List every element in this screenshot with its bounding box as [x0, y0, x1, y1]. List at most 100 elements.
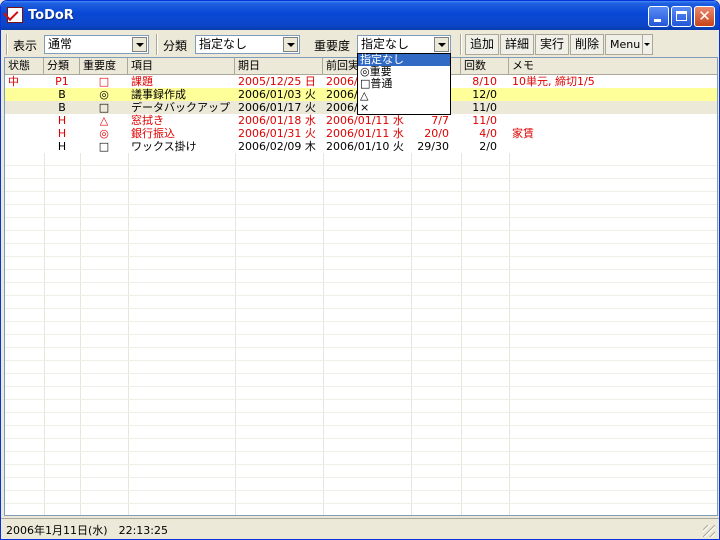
grid-line: [5, 321, 717, 322]
grid-line: [5, 308, 717, 309]
close-button[interactable]: ✕: [694, 6, 715, 27]
display-label: 表示: [13, 39, 38, 53]
cell-item: 窓拭き: [131, 114, 164, 127]
todor-window: ToDoR ✕ 表示 通常 分類 指定なし 重要度 指定なし 追加 詳細 実行 …: [0, 0, 720, 540]
importance-combo[interactable]: 指定なし: [357, 35, 451, 54]
cell-count: 4/0: [479, 127, 497, 140]
title-bar[interactable]: ToDoR ✕: [1, 1, 719, 30]
cell-importance: □: [98, 140, 110, 153]
cell-category: B: [58, 101, 66, 114]
cell-count: 11/0: [472, 114, 497, 127]
menu-button[interactable]: Menu: [605, 34, 653, 55]
menu-chevron-down-icon[interactable]: [642, 35, 652, 54]
grid-line: [5, 464, 717, 465]
cell-due: 2006/01/17 火: [238, 101, 316, 114]
close-icon: ✕: [698, 7, 711, 25]
chevron-down-icon[interactable]: [132, 37, 147, 52]
toolbar-separator: [6, 34, 8, 55]
status-datetime: 2006年1月11日(水) 22:13:25: [6, 524, 168, 537]
resize-grip-icon[interactable]: [703, 525, 715, 537]
importance-option[interactable]: □普通: [358, 78, 450, 90]
toolbar-separator: [460, 34, 462, 55]
column-header-count[interactable]: 回数: [461, 58, 509, 74]
cell-count: 11/0: [472, 101, 497, 114]
app-icon[interactable]: [7, 7, 23, 23]
cell-importance: △: [99, 114, 109, 127]
list-body: 中 P1 □ 課題 2005/12/25 日 2006/8/10 10単元, 締切1/5 B ◎…: [5, 75, 717, 515]
grid-line: [5, 230, 717, 231]
cell-memo: [509, 88, 717, 101]
grid-line: [5, 399, 717, 400]
cell-count: 12/0: [472, 88, 497, 101]
add-button[interactable]: 追加: [465, 34, 499, 55]
cell-memo: 10単元, 締切1/5: [512, 75, 595, 88]
display-combo-value: 通常: [48, 37, 73, 51]
toolbar-separator: [156, 34, 158, 55]
menu-button-label: Menu: [610, 38, 641, 51]
grid-line: [5, 438, 717, 439]
column-header-item[interactable]: 項目: [128, 58, 235, 74]
cell-category: H: [57, 114, 67, 127]
cell-due: 2006/01/03 火: [238, 88, 316, 101]
minimize-icon: [654, 19, 661, 22]
maximize-button[interactable]: [671, 6, 692, 27]
cell-status: 中: [8, 75, 19, 88]
grid-line: [5, 386, 717, 387]
importance-option[interactable]: △: [358, 90, 450, 102]
cell-memo: [509, 101, 717, 114]
grid-line: [5, 477, 717, 478]
table-row[interactable]: H ◎ 銀行振込 2006/01/31 火 2006/01/11 水 20/0 4/0 家賃: [5, 127, 717, 140]
cell-last: 2006/01/11 水: [326, 114, 404, 127]
chevron-down-icon[interactable]: [283, 37, 298, 52]
cell-memo: 家賃: [512, 127, 534, 140]
grid-line: [5, 191, 717, 192]
table-row[interactable]: H □ ワックス掛け 2006/02/09 木 2006/01/10 火 29/30 2/0: [5, 140, 717, 153]
cell-item: ワックス掛け: [131, 140, 197, 153]
column-header-due[interactable]: 期日: [235, 58, 323, 74]
importance-option[interactable]: ×: [358, 102, 450, 114]
grid-line: [5, 412, 717, 413]
grid-line: [5, 204, 717, 205]
chevron-down-icon[interactable]: [434, 37, 449, 52]
grid-line: [5, 373, 717, 374]
cell-item: 銀行振込: [131, 127, 175, 140]
cell-due: 2006/02/09 木: [238, 140, 316, 153]
cell-memo: [509, 140, 717, 153]
importance-combo-value: 指定なし: [361, 37, 410, 51]
grid-line: [5, 269, 717, 270]
cell-category: B: [58, 88, 66, 101]
table-row[interactable]: H △ 窓拭き 2006/01/18 水 2006/01/11 水 7/7 11/0: [5, 114, 717, 127]
cell-count: 8/10: [472, 75, 497, 88]
cell-due: 2006/01/18 水: [238, 114, 316, 127]
run-button[interactable]: 実行: [535, 34, 569, 55]
cell-importance: ◎: [99, 127, 109, 140]
cell-memo: [509, 114, 717, 127]
cell-last: 2006/01/11 水: [326, 127, 404, 140]
detail-button[interactable]: 詳細: [500, 34, 534, 55]
grid-line: [5, 360, 717, 361]
cell-progress: 7/7: [431, 114, 449, 127]
cell-item: 課題: [131, 75, 153, 88]
grid-line: [5, 295, 717, 296]
cell-importance: □: [98, 75, 110, 88]
category-label: 分類: [163, 39, 188, 53]
importance-dropdown-list: 指定なし ◎重要 □普通 △ ×: [357, 53, 451, 115]
grid-line: [5, 217, 717, 218]
cell-importance: □: [98, 101, 110, 114]
grid-line: [5, 425, 717, 426]
category-combo-value: 指定なし: [199, 37, 248, 51]
display-combo[interactable]: 通常: [44, 35, 149, 54]
column-header-status[interactable]: 状態: [5, 58, 44, 74]
column-header-category[interactable]: 分類: [44, 58, 80, 74]
cell-due: 2005/12/25 日: [238, 75, 316, 88]
category-combo[interactable]: 指定なし: [195, 35, 300, 54]
minimize-button[interactable]: [648, 6, 669, 27]
cell-status: [5, 127, 44, 140]
cell-importance: ◎: [99, 88, 109, 101]
column-header-importance[interactable]: 重要度: [80, 58, 128, 74]
column-header-memo[interactable]: メモ: [509, 58, 717, 74]
todo-list[interactable]: 状態 分類 重要度 項目 期日 前回実 回数 メモ 中 P1 □ 課題 2005/12/…: [4, 57, 718, 516]
cell-status: [5, 114, 44, 127]
delete-button[interactable]: 削除: [570, 34, 604, 55]
cell-progress: 20/0: [424, 127, 449, 140]
